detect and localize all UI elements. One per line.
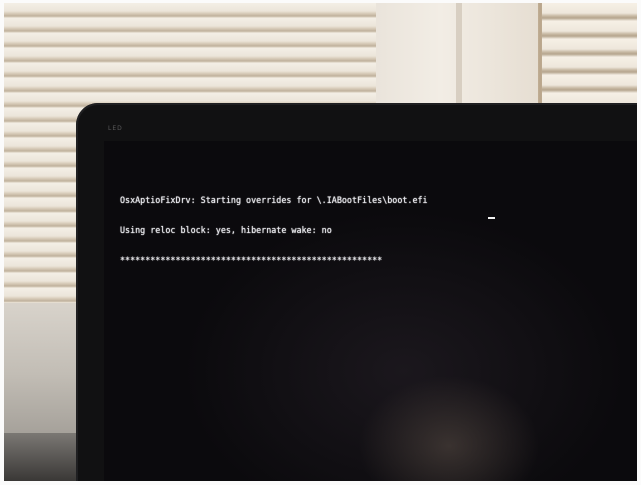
console-line: Using reloc block: yes, hibernate wake: … [120,225,332,235]
monitor: LED OsxAptioFixDrv: Starting overrides f… [76,103,637,481]
monitor-screen: OsxAptioFixDrv: Starting overrides for \… [104,141,637,481]
photo: LED OsxAptioFixDrv: Starting overrides f… [4,3,637,481]
console-line: OsxAptioFixDrv: Starting overrides for \… [120,195,428,205]
console-line: ****************************************… [120,255,383,265]
desk-device [4,433,78,481]
text-cursor [488,217,495,219]
monitor-brand-label: LED [108,125,123,132]
boot-console-text: OsxAptioFixDrv: Starting overrides for \… [120,175,428,285]
window-frame-bar [456,3,462,113]
